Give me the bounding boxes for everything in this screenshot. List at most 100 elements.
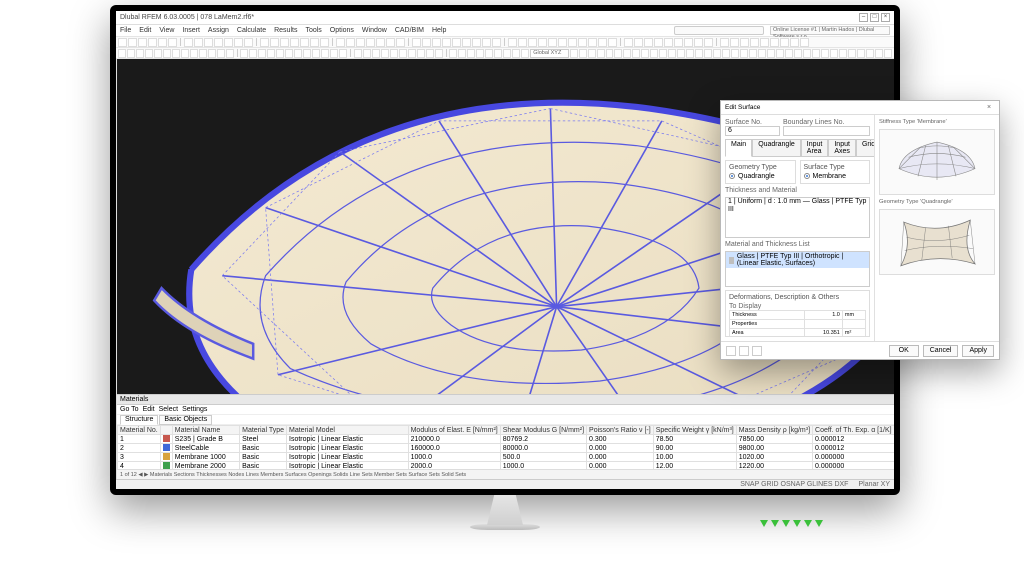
toolbar-icon[interactable]	[426, 49, 434, 58]
toolbar-icon[interactable]	[204, 38, 213, 47]
materials-footer[interactable]: 1 of 12 ◀ ▶ Materials Sections Thickness…	[117, 469, 894, 479]
toolbar-icon[interactable]	[686, 49, 694, 58]
toolbar-icon[interactable]	[154, 49, 162, 58]
toolbar-icon[interactable]	[740, 49, 748, 58]
surf-radio[interactable]	[804, 173, 810, 179]
toolbar-icon[interactable]	[568, 38, 577, 47]
toolbar-icon[interactable]	[750, 38, 759, 47]
toolbar-icon[interactable]	[494, 49, 502, 58]
toolbar-icon[interactable]	[767, 49, 775, 58]
toolbar-icon[interactable]	[780, 38, 789, 47]
toolbar-icon[interactable]	[184, 38, 193, 47]
toolbar-icon[interactable]	[785, 49, 793, 58]
toolbar-icon[interactable]	[654, 38, 663, 47]
toolbar-icon[interactable]	[521, 49, 529, 58]
toolbar-icon[interactable]	[623, 49, 631, 58]
toolbar-icon[interactable]	[588, 49, 596, 58]
toolbar-icon[interactable]	[740, 38, 749, 47]
toolbar-icon[interactable]	[260, 38, 269, 47]
toolbar-icon[interactable]	[492, 38, 501, 47]
toolbar-icon[interactable]	[312, 49, 320, 58]
toolbar-icon[interactable]	[376, 38, 385, 47]
toolbar-icon[interactable]	[695, 49, 703, 58]
toolbar-icon[interactable]	[118, 49, 126, 58]
toolbar-icon[interactable]	[432, 38, 441, 47]
toolbar-icon[interactable]	[608, 38, 617, 47]
dialog-tab[interactable]: Quadrangle	[752, 139, 801, 157]
toolbar-icon[interactable]	[199, 49, 207, 58]
toolbar-icon[interactable]	[770, 38, 779, 47]
mat-edit[interactable]: Edit	[143, 406, 155, 413]
toolbar-icon[interactable]	[664, 38, 673, 47]
toolbar-icon[interactable]	[127, 49, 135, 58]
toolbar-icon[interactable]	[258, 49, 266, 58]
dialog-tab[interactable]: Main	[725, 139, 752, 157]
toolbar-icon[interactable]	[118, 38, 127, 47]
menu-results[interactable]: Results	[274, 27, 297, 34]
toolbar-icon[interactable]	[462, 38, 471, 47]
toolbar-icon[interactable]	[528, 38, 537, 47]
toolbar-icon[interactable]	[634, 38, 643, 47]
toolbar-icon[interactable]	[249, 49, 257, 58]
toolbar-icon[interactable]	[458, 49, 466, 58]
menu-view[interactable]: View	[159, 27, 174, 34]
toolbar-icon[interactable]	[730, 38, 739, 47]
menu-tools[interactable]: Tools	[305, 27, 321, 34]
toolbar-icon[interactable]	[758, 49, 766, 58]
toolbar-icon[interactable]	[172, 49, 180, 58]
toolbar-icon[interactable]	[684, 38, 693, 47]
toolbar-icon[interactable]	[668, 49, 676, 58]
toolbar-icon[interactable]	[138, 38, 147, 47]
dialog-close-icon[interactable]: ×	[983, 104, 995, 111]
toolbar-icon[interactable]	[884, 49, 892, 58]
toolbar-icon[interactable]	[168, 38, 177, 47]
dialog-tab[interactable]: Input Axes	[828, 139, 856, 157]
toolbar-icon[interactable]	[558, 38, 567, 47]
toolbar-icon[interactable]	[614, 49, 622, 58]
toolbar-icon[interactable]	[381, 49, 389, 58]
toolbar-icon[interactable]	[641, 49, 649, 58]
toolbar-icon[interactable]	[503, 49, 511, 58]
toolbar-icon[interactable]	[148, 38, 157, 47]
toolbar-icon[interactable]	[704, 49, 712, 58]
toolbar-icon[interactable]	[848, 49, 856, 58]
toolbar-icon[interactable]	[270, 38, 279, 47]
cancel-button[interactable]: Cancel	[923, 345, 959, 357]
toolbar-icon[interactable]	[145, 49, 153, 58]
toolbar-icon[interactable]	[731, 49, 739, 58]
toolbar-icon[interactable]	[800, 38, 809, 47]
toolbar-icon[interactable]	[226, 49, 234, 58]
toolbar-icon[interactable]	[417, 49, 425, 58]
toolbar-icon[interactable]	[136, 49, 144, 58]
ok-button[interactable]: OK	[889, 345, 919, 357]
toolbar-icon[interactable]	[857, 49, 865, 58]
dlg-tool-3[interactable]	[752, 346, 762, 356]
toolbar-icon[interactable]	[194, 38, 203, 47]
toolbar-icon[interactable]	[422, 38, 431, 47]
toolbar-icon[interactable]	[356, 38, 365, 47]
toolbar-icon[interactable]	[632, 49, 640, 58]
max-button[interactable]: □	[870, 13, 879, 22]
menu-assign[interactable]: Assign	[208, 27, 229, 34]
toolbar-icon[interactable]	[839, 49, 847, 58]
menu-cadbim[interactable]: CAD/BIM	[395, 27, 424, 34]
toolbar-icon[interactable]	[330, 49, 338, 58]
toolbar-icon[interactable]	[472, 38, 481, 47]
menu-calculate[interactable]: Calculate	[237, 27, 266, 34]
toolbar-icon[interactable]	[578, 38, 587, 47]
toolbar-icon[interactable]	[310, 38, 319, 47]
apply-button[interactable]: Apply	[962, 345, 994, 357]
material-row[interactable]: 3Membrane 1000BasicIsotropic | Linear El…	[118, 453, 895, 462]
menu-insert[interactable]: Insert	[182, 27, 200, 34]
toolbar-icon[interactable]	[597, 49, 605, 58]
toolbar-icon[interactable]	[412, 38, 421, 47]
toolbar-icon[interactable]	[538, 38, 547, 47]
toolbar-icon[interactable]	[508, 38, 517, 47]
menu-edit[interactable]: Edit	[139, 27, 151, 34]
close-button[interactable]: ×	[881, 13, 890, 22]
toolbar-icon[interactable]	[749, 49, 757, 58]
toolbar-icon[interactable]	[677, 49, 685, 58]
geom-radio[interactable]	[729, 173, 735, 179]
material-row[interactable]: 4Membrane 2000BasicIsotropic | Linear El…	[118, 462, 895, 470]
material-row[interactable]: 2SteelCableBasicIsotropic | Linear Elast…	[118, 444, 895, 453]
